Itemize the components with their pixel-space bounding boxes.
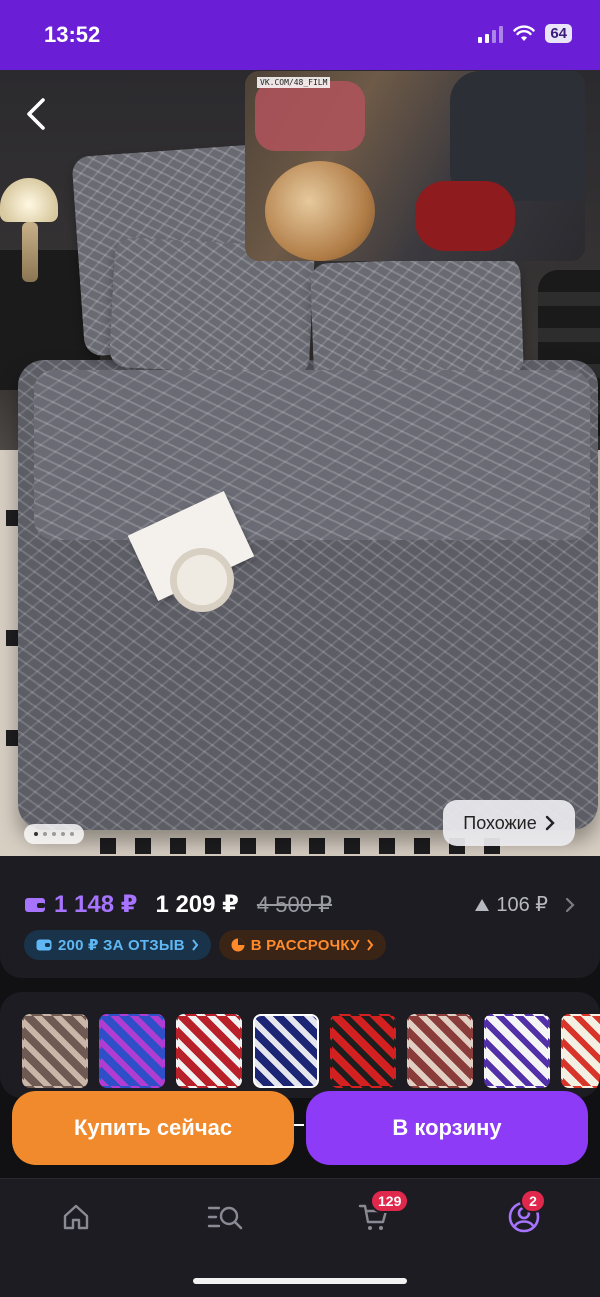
home-icon (63, 1204, 89, 1230)
floating-video-player[interactable]: VK.COM/48_FILM (245, 71, 585, 261)
home-indicator (193, 1278, 407, 1284)
variant-thumbnail[interactable] (22, 1014, 88, 1088)
chevron-left-icon (27, 98, 45, 130)
nav-catalog[interactable] (201, 1197, 249, 1237)
promo-chips: 200 ₽ ЗА ОТЗЫВ В РАССРОЧКУ (24, 930, 386, 960)
cellular-signal-icon (478, 25, 504, 43)
price-drop-value: 106 ₽ (496, 894, 548, 916)
carousel-dot (34, 832, 38, 836)
price-drop-info[interactable]: 106 ₽ (474, 892, 576, 917)
variants-card (0, 992, 600, 1098)
status-indicators: 64 (478, 24, 572, 43)
status-bar: 13:52 64 (0, 0, 600, 70)
variant-thumbnail[interactable] (407, 1014, 473, 1088)
variant-thumbnail[interactable] (253, 1014, 319, 1088)
battery-icon: 64 (545, 24, 572, 43)
video-frame-detail (255, 81, 365, 151)
wifi-icon (513, 24, 536, 41)
triangle-up-icon (475, 898, 490, 911)
lamp-base (22, 222, 38, 282)
card-icon (36, 939, 52, 951)
carousel-dot (61, 832, 65, 836)
chevron-right-icon (366, 939, 373, 951)
pie-chart-icon (231, 938, 245, 952)
add-to-cart-button[interactable]: В корзину (306, 1091, 588, 1165)
nav-cart[interactable]: 129 (350, 1189, 410, 1237)
price-card: 1 148 ₽ 1 209 ₽ 4 500 ₽ 106 ₽ 200 ₽ ЗА О… (0, 856, 600, 978)
wallet-price[interactable]: 1 148 ₽ (24, 890, 137, 919)
nav-profile[interactable]: 2 (500, 1189, 548, 1237)
installment-chip[interactable]: В РАССРОЧКУ (218, 930, 386, 960)
profile-badge: 2 (520, 1189, 546, 1213)
variant-thumbnail[interactable] (99, 1014, 165, 1088)
carousel-dots (24, 824, 84, 844)
plate-decor (170, 548, 234, 612)
regular-price: 1 209 ₽ (155, 891, 239, 918)
video-frame-detail (265, 161, 375, 261)
carousel-dot (52, 832, 56, 836)
variant-thumbnail[interactable] (484, 1014, 550, 1088)
duvet-fold (34, 370, 590, 540)
similar-label: Похожие (463, 812, 537, 833)
video-frame-detail (415, 181, 515, 251)
installment-label: В РАССРОЧКУ (250, 936, 360, 954)
video-watermark: VK.COM/48_FILM (257, 77, 331, 88)
review-bonus-chip[interactable]: 200 ₽ ЗА ОТЗЫВ (24, 930, 211, 960)
catalog-search-icon (207, 1206, 243, 1230)
nav-home[interactable] (52, 1197, 100, 1237)
variant-thumbnail[interactable] (330, 1014, 396, 1088)
chevron-right-icon (191, 939, 199, 951)
status-time: 13:52 (44, 22, 101, 47)
variants-row (22, 1014, 600, 1088)
lamp (0, 178, 58, 222)
chevron-right-icon (565, 897, 575, 912)
review-bonus-label: 200 ₽ ЗА ОТЗЫВ (58, 937, 185, 954)
wallet-price-value: 1 148 ₽ (54, 891, 138, 918)
old-price: 4 500 ₽ (256, 891, 333, 917)
divider (294, 1124, 304, 1126)
carousel-dot (70, 832, 74, 836)
wallet-icon (25, 897, 45, 912)
similar-button[interactable]: Похожие (443, 800, 575, 846)
variant-thumbnail[interactable] (561, 1014, 600, 1088)
buy-now-button[interactable]: Купить сейчас (12, 1091, 294, 1165)
cart-badge: 129 (370, 1189, 410, 1213)
pillow (309, 256, 525, 384)
price-row: 1 148 ₽ 1 209 ₽ 4 500 ₽ 106 ₽ (24, 890, 576, 919)
variant-thumbnail[interactable] (176, 1014, 242, 1088)
carousel-dot (43, 832, 47, 836)
back-button[interactable] (14, 92, 58, 136)
chevron-right-icon (545, 815, 555, 831)
